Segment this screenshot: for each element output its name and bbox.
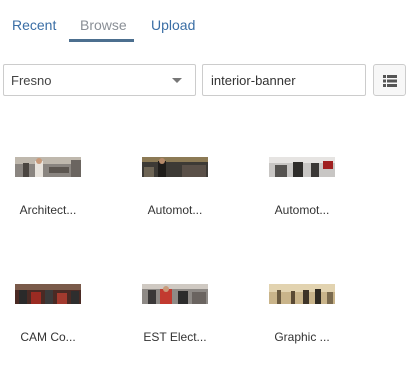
item-caption: EST Elect... (143, 330, 207, 344)
caret-down-icon (172, 78, 182, 83)
item-caption: Architect... (19, 203, 77, 217)
search-input[interactable] (202, 64, 366, 96)
location-select-value: Fresno (11, 73, 52, 88)
item-caption: Graphic ... (274, 330, 330, 344)
tab-browse[interactable]: Browse (80, 16, 127, 34)
list-item[interactable]: CAM Co... (0, 284, 103, 364)
item-caption: Automot... (147, 203, 203, 217)
list-item[interactable]: EST Elect... (120, 284, 230, 364)
thumbnail-image (15, 284, 81, 304)
tab-upload[interactable]: Upload (151, 16, 195, 34)
tab-bar: Recent Browse Upload (0, 0, 419, 46)
thumbnail-image (142, 284, 208, 304)
item-caption: CAM Co... (20, 330, 76, 344)
list-item[interactable]: Automot... (247, 157, 357, 237)
thumbnail-image (269, 284, 335, 304)
item-caption: Automot... (274, 203, 330, 217)
list-view-icon (383, 75, 397, 87)
location-select[interactable]: Fresno (3, 64, 196, 96)
thumbnail-image (269, 157, 335, 177)
list-item[interactable]: Automot... (120, 157, 230, 237)
thumbnail-image (15, 157, 81, 177)
list-view-button[interactable] (373, 64, 406, 96)
tab-recent[interactable]: Recent (12, 16, 56, 34)
list-item[interactable]: Architect... (0, 157, 103, 237)
list-item[interactable]: Graphic ... (247, 284, 357, 364)
thumbnail-image (142, 157, 208, 177)
active-tab-indicator (69, 39, 134, 42)
